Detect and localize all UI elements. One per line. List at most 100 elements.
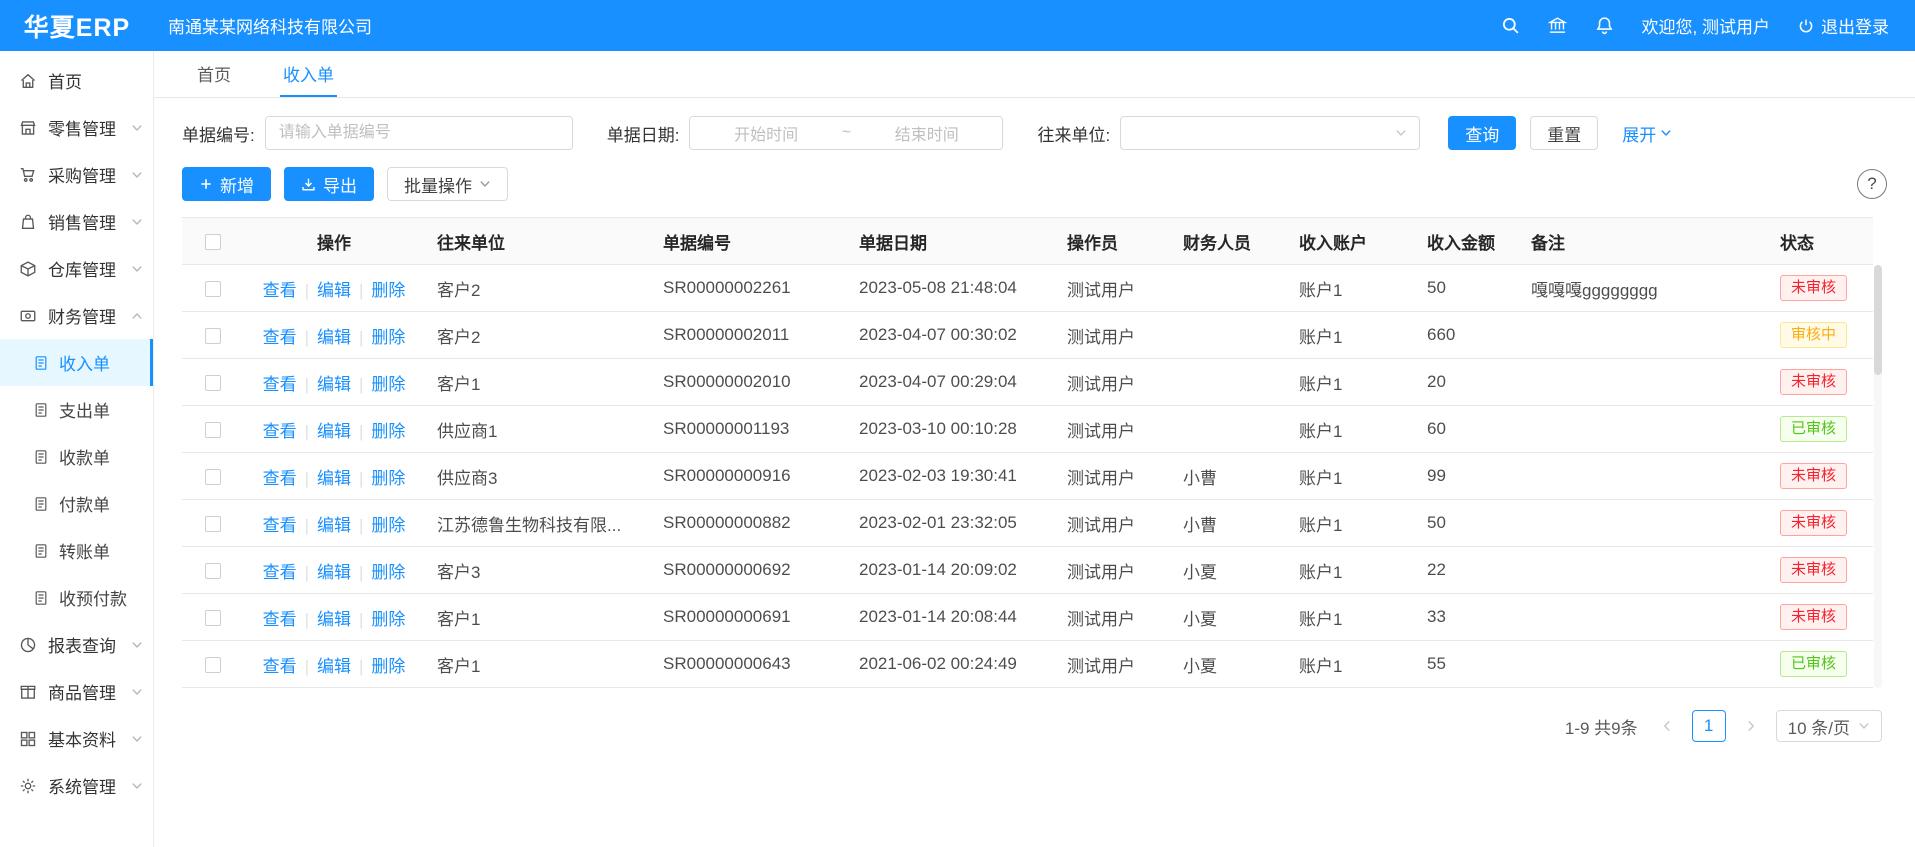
search-icon[interactable] xyxy=(1501,16,1520,35)
edit-link[interactable]: 编辑 xyxy=(317,516,351,535)
operator-cell: 测试用户 xyxy=(1054,265,1170,312)
account-cell: 账户1 xyxy=(1286,547,1414,594)
sidebar-item-system[interactable]: 系统管理 xyxy=(0,762,153,809)
chevron-down-icon xyxy=(131,639,143,651)
sidebar-item-retail[interactable]: 零售管理 xyxy=(0,104,153,151)
action-separator: | xyxy=(305,328,309,347)
date-start-placeholder: 开始时间 xyxy=(690,121,841,145)
action-separator: | xyxy=(305,657,309,676)
row-checkbox[interactable] xyxy=(205,469,221,485)
delete-link[interactable]: 删除 xyxy=(371,657,405,676)
toolbar: 新增 导出 批量操作 ? xyxy=(182,167,1887,201)
delete-link[interactable]: 删除 xyxy=(371,422,405,441)
tab-home[interactable]: 首页 xyxy=(194,51,234,97)
delete-link[interactable]: 删除 xyxy=(371,563,405,582)
action-separator: | xyxy=(359,328,363,347)
edit-link[interactable]: 编辑 xyxy=(317,657,351,676)
view-link[interactable]: 查看 xyxy=(263,610,297,629)
view-link[interactable]: 查看 xyxy=(263,469,297,488)
edit-link[interactable]: 编辑 xyxy=(317,375,351,394)
document-icon xyxy=(32,401,50,419)
row-checkbox[interactable] xyxy=(205,328,221,344)
date-range-picker[interactable]: 开始时间 ~ 结束时间 xyxy=(689,116,1003,150)
document-icon xyxy=(32,542,50,560)
sidebar-item-purchase[interactable]: 采购管理 xyxy=(0,151,153,198)
table-scrollbar-track[interactable] xyxy=(1874,265,1882,688)
view-link[interactable]: 查看 xyxy=(263,516,297,535)
sidebar-subitem-income[interactable]: 收入单 xyxy=(0,339,153,386)
edit-link[interactable]: 编辑 xyxy=(317,281,351,300)
export-button[interactable]: 导出 xyxy=(284,167,374,201)
sidebar-item-report[interactable]: 报表查询 xyxy=(0,621,153,668)
add-button[interactable]: 新增 xyxy=(182,167,271,201)
actions-cell: 查看|编辑|删除 xyxy=(244,359,424,406)
tab-income[interactable]: 收入单 xyxy=(280,51,337,97)
delete-link[interactable]: 删除 xyxy=(371,610,405,629)
bank-icon[interactable] xyxy=(1548,16,1567,35)
edit-link[interactable]: 编辑 xyxy=(317,610,351,629)
edit-link[interactable]: 编辑 xyxy=(317,328,351,347)
row-checkbox[interactable] xyxy=(205,516,221,532)
sidebar-item-home[interactable]: 首页 xyxy=(0,57,153,104)
chevron-down-icon xyxy=(131,122,143,134)
logout-button[interactable]: 退出登录 xyxy=(1798,13,1889,38)
sidebar-subitem-expense[interactable]: 支出单 xyxy=(0,386,153,433)
edit-link[interactable]: 编辑 xyxy=(317,422,351,441)
doc-no-input[interactable] xyxy=(265,116,573,150)
page-number-button[interactable]: 1 xyxy=(1692,710,1726,742)
sidebar-item-goods[interactable]: 商品管理 xyxy=(0,668,153,715)
prev-page-button[interactable] xyxy=(1652,711,1682,741)
bell-icon[interactable] xyxy=(1595,16,1614,35)
chevron-down-icon xyxy=(1395,127,1407,139)
row-checkbox[interactable] xyxy=(205,422,221,438)
row-checkbox[interactable] xyxy=(205,281,221,297)
filter-bar: 单据编号: 单据日期: 开始时间 ~ 结束时间 往来单位: 查询 重置 xyxy=(182,116,1887,150)
row-checkbox[interactable] xyxy=(205,563,221,579)
remark-cell xyxy=(1518,641,1767,688)
partner-cell: 客户1 xyxy=(424,641,650,688)
sidebar-item-label: 报表查询 xyxy=(48,632,127,657)
sidebar-subitem-transfer[interactable]: 转账单 xyxy=(0,527,153,574)
expand-link[interactable]: 展开 xyxy=(1622,121,1672,146)
account-cell: 账户1 xyxy=(1286,406,1414,453)
view-link[interactable]: 查看 xyxy=(263,328,297,347)
sidebar-subitem-advance[interactable]: 收预付款 xyxy=(0,574,153,621)
sidebar-subitem-receipt[interactable]: 收款单 xyxy=(0,433,153,480)
reset-button[interactable]: 重置 xyxy=(1530,116,1598,150)
page-size-select[interactable]: 10 条/页 xyxy=(1776,710,1882,742)
row-checkbox[interactable] xyxy=(205,375,221,391)
sidebar-item-basic[interactable]: 基本资料 xyxy=(0,715,153,762)
delete-link[interactable]: 删除 xyxy=(371,469,405,488)
operator-cell: 测试用户 xyxy=(1054,641,1170,688)
view-link[interactable]: 查看 xyxy=(263,422,297,441)
delete-link[interactable]: 删除 xyxy=(371,328,405,347)
view-link[interactable]: 查看 xyxy=(263,563,297,582)
sidebar-item-warehouse[interactable]: 仓库管理 xyxy=(0,245,153,292)
view-link[interactable]: 查看 xyxy=(263,375,297,394)
next-page-button[interactable] xyxy=(1736,711,1766,741)
delete-link[interactable]: 删除 xyxy=(371,375,405,394)
view-link[interactable]: 查看 xyxy=(263,657,297,676)
partner-select[interactable] xyxy=(1120,116,1420,150)
select-all-checkbox[interactable] xyxy=(205,234,221,250)
help-icon[interactable]: ? xyxy=(1857,169,1887,199)
sidebar-subitem-payment[interactable]: 付款单 xyxy=(0,480,153,527)
batch-actions-button[interactable]: 批量操作 xyxy=(387,167,508,201)
partner-label: 往来单位: xyxy=(1037,121,1110,146)
row-select-cell xyxy=(182,500,244,547)
edit-link[interactable]: 编辑 xyxy=(317,563,351,582)
search-button[interactable]: 查询 xyxy=(1448,116,1516,150)
company-name: 南通某某网络科技有限公司 xyxy=(168,13,372,38)
sidebar-item-sales[interactable]: 销售管理 xyxy=(0,198,153,245)
table-row: 查看|编辑|删除客户3SR000000006922023-01-14 20:09… xyxy=(182,547,1873,594)
row-checkbox[interactable] xyxy=(205,610,221,626)
sidebar-item-finance[interactable]: 财务管理 xyxy=(0,292,153,339)
delete-link[interactable]: 删除 xyxy=(371,516,405,535)
table-scrollbar-thumb[interactable] xyxy=(1874,265,1882,375)
status-cell: 未审核 xyxy=(1767,453,1873,500)
remark-cell xyxy=(1518,547,1767,594)
view-link[interactable]: 查看 xyxy=(263,281,297,300)
delete-link[interactable]: 删除 xyxy=(371,281,405,300)
row-checkbox[interactable] xyxy=(205,657,221,673)
edit-link[interactable]: 编辑 xyxy=(317,469,351,488)
